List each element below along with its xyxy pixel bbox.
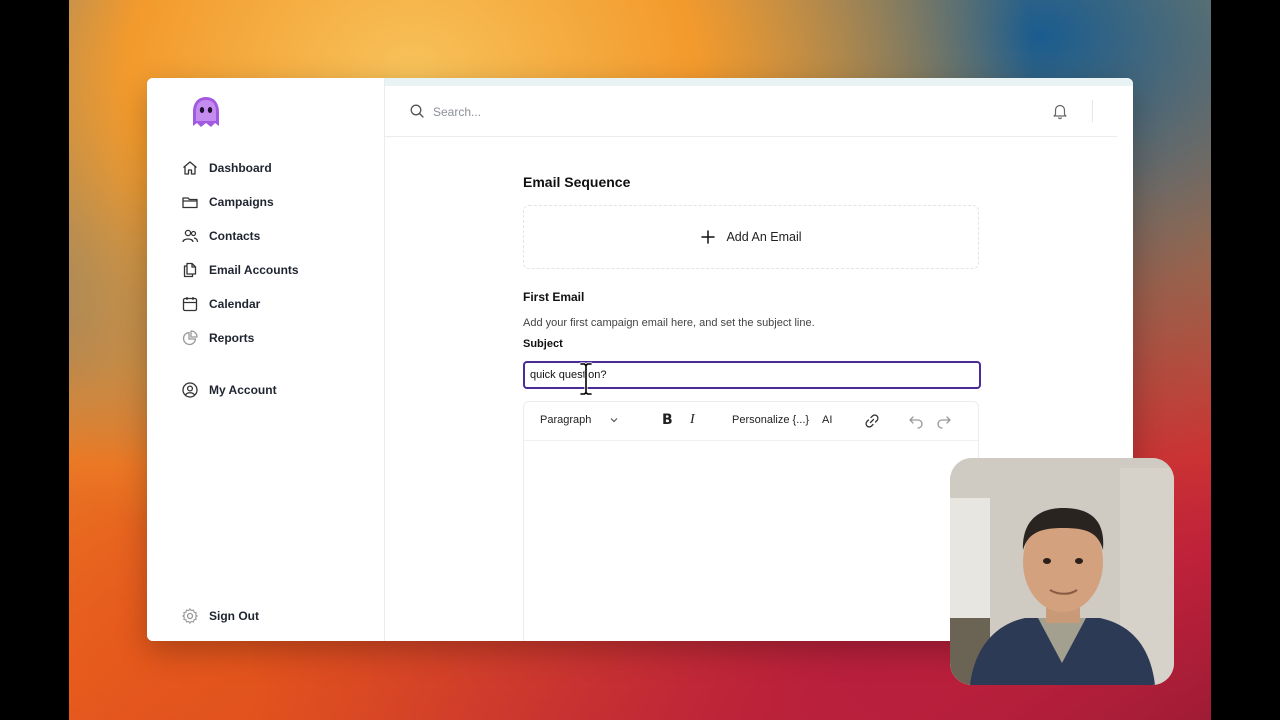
subject-label: Subject: [523, 338, 563, 350]
sidebar-item-email-accounts[interactable]: Email Accounts: [181, 261, 299, 279]
add-email-button[interactable]: Add An Email: [523, 205, 979, 269]
sidebar-item-label: My Account: [209, 383, 277, 397]
webcam-overlay: [950, 458, 1174, 685]
ai-button[interactable]: AI: [822, 414, 832, 426]
documents-icon: [183, 262, 197, 278]
users-icon: [182, 229, 199, 243]
search-icon: [410, 104, 424, 118]
sidebar-item-label: Email Accounts: [209, 263, 299, 277]
sidebar: Dashboard Campaigns Contacts Email Accou…: [147, 78, 385, 641]
search-input[interactable]: [431, 100, 835, 124]
personalize-button[interactable]: Personalize {...}: [732, 414, 809, 426]
sidebar-item-dashboard[interactable]: Dashboard: [181, 159, 272, 177]
user-circle-icon: [182, 382, 198, 398]
top-search-bar: [385, 86, 1117, 137]
text-cursor-icon: [579, 362, 593, 396]
sidebar-item-campaigns[interactable]: Campaigns: [181, 193, 274, 211]
folder-icon: [182, 197, 198, 209]
add-email-label: Add An Email: [726, 230, 802, 244]
sidebar-item-label: Calendar: [209, 297, 261, 311]
header-divider: [1092, 100, 1093, 122]
sidebar-item-label: Reports: [209, 331, 255, 345]
chevron-down-icon: [610, 418, 618, 423]
gear-icon: [182, 608, 198, 624]
ghost-logo-icon[interactable]: [191, 95, 221, 129]
undo-icon[interactable]: [908, 413, 924, 429]
section-title: Email Sequence: [523, 174, 631, 190]
sidebar-item-label: Campaigns: [209, 195, 274, 209]
sign-out-button[interactable]: Sign Out: [181, 607, 259, 625]
link-icon[interactable]: [864, 413, 880, 429]
bold-button[interactable]: B: [662, 412, 673, 428]
first-email-title: First Email: [523, 290, 585, 304]
sign-out-label: Sign Out: [209, 609, 259, 623]
home-icon: [183, 161, 197, 175]
sidebar-item-label: Contacts: [209, 229, 261, 243]
editor-toolbar: Paragraph B I Personalize {...} AI: [524, 402, 978, 441]
email-body-editor[interactable]: Paragraph B I Personalize {...} AI: [523, 401, 979, 641]
sidebar-item-my-account[interactable]: My Account: [181, 381, 277, 399]
sidebar-item-calendar[interactable]: Calendar: [181, 295, 260, 313]
italic-button[interactable]: I: [690, 412, 695, 428]
sidebar-item-reports[interactable]: Reports: [181, 329, 254, 347]
redo-icon[interactable]: [936, 413, 952, 429]
webcam-presenter-image: [950, 458, 1174, 685]
paragraph-format-select[interactable]: Paragraph: [540, 414, 619, 426]
format-select-value: Paragraph: [540, 414, 592, 426]
bell-icon[interactable]: [1051, 102, 1069, 120]
plus-icon: [701, 230, 716, 244]
sidebar-item-label: Dashboard: [209, 161, 272, 175]
calendar-icon: [182, 297, 198, 312]
sidebar-item-contacts[interactable]: Contacts: [181, 227, 260, 245]
first-email-description: Add your first campaign email here, and …: [523, 317, 815, 329]
pie-chart-icon: [182, 330, 198, 346]
